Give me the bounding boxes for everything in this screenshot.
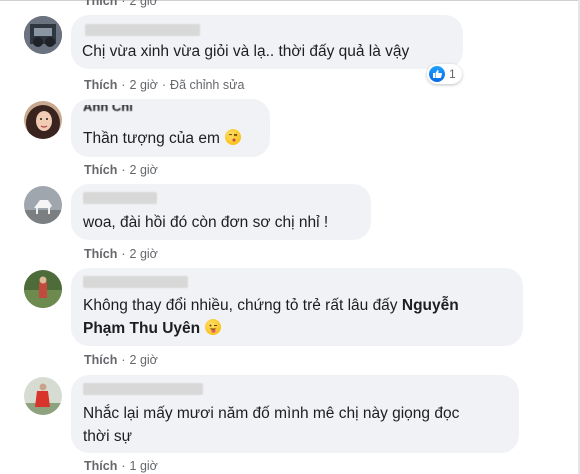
comment-time[interactable]: 1 giờ [130, 459, 158, 473]
comment-text: woa, đài hồi đó còn đơn sơ chị nhỉ ! [83, 214, 329, 231]
comment-actions-partial: Thích · 2 giờ [84, 0, 158, 8]
mention-link[interactable]: Phạm Thu Uyên [83, 320, 200, 337]
comment-time[interactable]: 2 giờ [130, 0, 158, 8]
like-link[interactable]: Thích [84, 0, 117, 8]
comment-text-line2: Phạm Thu Uyên [83, 318, 222, 340]
reaction-count: 1 [449, 67, 456, 81]
tongue-wink-emoji-icon [205, 319, 222, 335]
commenter-name-blurred[interactable] [83, 383, 203, 395]
reaction-summary[interactable]: 1 [427, 64, 462, 84]
avatar[interactable] [24, 16, 62, 54]
comment-actions: Thích · 1 giờ [84, 459, 158, 473]
comment-time[interactable]: 2 giờ [130, 247, 158, 261]
edited-label: Đã chỉnh sửa [170, 78, 245, 92]
avatar[interactable] [24, 270, 62, 308]
commenter-name-blurred[interactable] [85, 24, 200, 36]
avatar-image [24, 16, 62, 54]
comment-text: Thần tượng của em [83, 128, 242, 150]
comment-bubble: Nhắc lại mấy mươi năm đố mình mê chị này… [71, 375, 519, 453]
avatar[interactable] [24, 377, 62, 415]
mention-link[interactable]: Nguyễn [402, 297, 459, 314]
like-reaction-icon [429, 66, 445, 82]
comment-actions: Thích · 2 giờ [84, 163, 158, 177]
commenter-name-blurred[interactable] [83, 276, 188, 288]
like-link[interactable]: Thích [84, 459, 117, 473]
like-link[interactable]: Thích [84, 78, 117, 92]
like-link[interactable]: Thích [84, 353, 117, 367]
comment-text: Chị vừa xinh vừa giỏi và lạ.. thời đấy q… [82, 43, 410, 60]
commenter-name-partial[interactable]: Anh Chi [83, 105, 153, 119]
comment-actions: Thích · 2 giờ [84, 353, 158, 367]
like-link[interactable]: Thích [84, 247, 117, 261]
comment-bubble: Anh Chi Thần tượng của em [71, 99, 270, 157]
comment-text-line2: thời sự [83, 428, 132, 445]
comment-text: Nhắc lại mấy mươi năm đố mình mê chị này… [83, 405, 460, 422]
avatar-image [24, 101, 62, 139]
comment-bubble: Chị vừa xinh vừa giỏi và lạ.. thời đấy q… [71, 15, 463, 69]
avatar-image [24, 186, 62, 224]
avatar-image [24, 377, 62, 415]
comment-time[interactable]: 2 giờ [130, 78, 158, 92]
comment-bubble: Không thay đổi nhiều, chứng tỏ trẻ rất l… [71, 268, 523, 346]
like-link[interactable]: Thích [84, 163, 117, 177]
avatar[interactable] [24, 101, 62, 139]
commenter-name-blurred[interactable] [83, 192, 157, 204]
comment-actions: Thích · 2 giờ · Đã chỉnh sửa [84, 78, 245, 92]
comment-time[interactable]: 2 giờ [130, 353, 158, 367]
comment-time[interactable]: 2 giờ [130, 163, 158, 177]
comment-bubble: woa, đài hồi đó còn đơn sơ chị nhỉ ! [71, 184, 371, 240]
kiss-emoji-icon [225, 129, 242, 145]
avatar[interactable] [24, 186, 62, 224]
avatar-image [24, 270, 62, 308]
comment-text: Không thay đổi nhiều, chứng tỏ trẻ rất l… [83, 297, 459, 314]
comment-actions: Thích · 2 giờ [84, 247, 158, 261]
